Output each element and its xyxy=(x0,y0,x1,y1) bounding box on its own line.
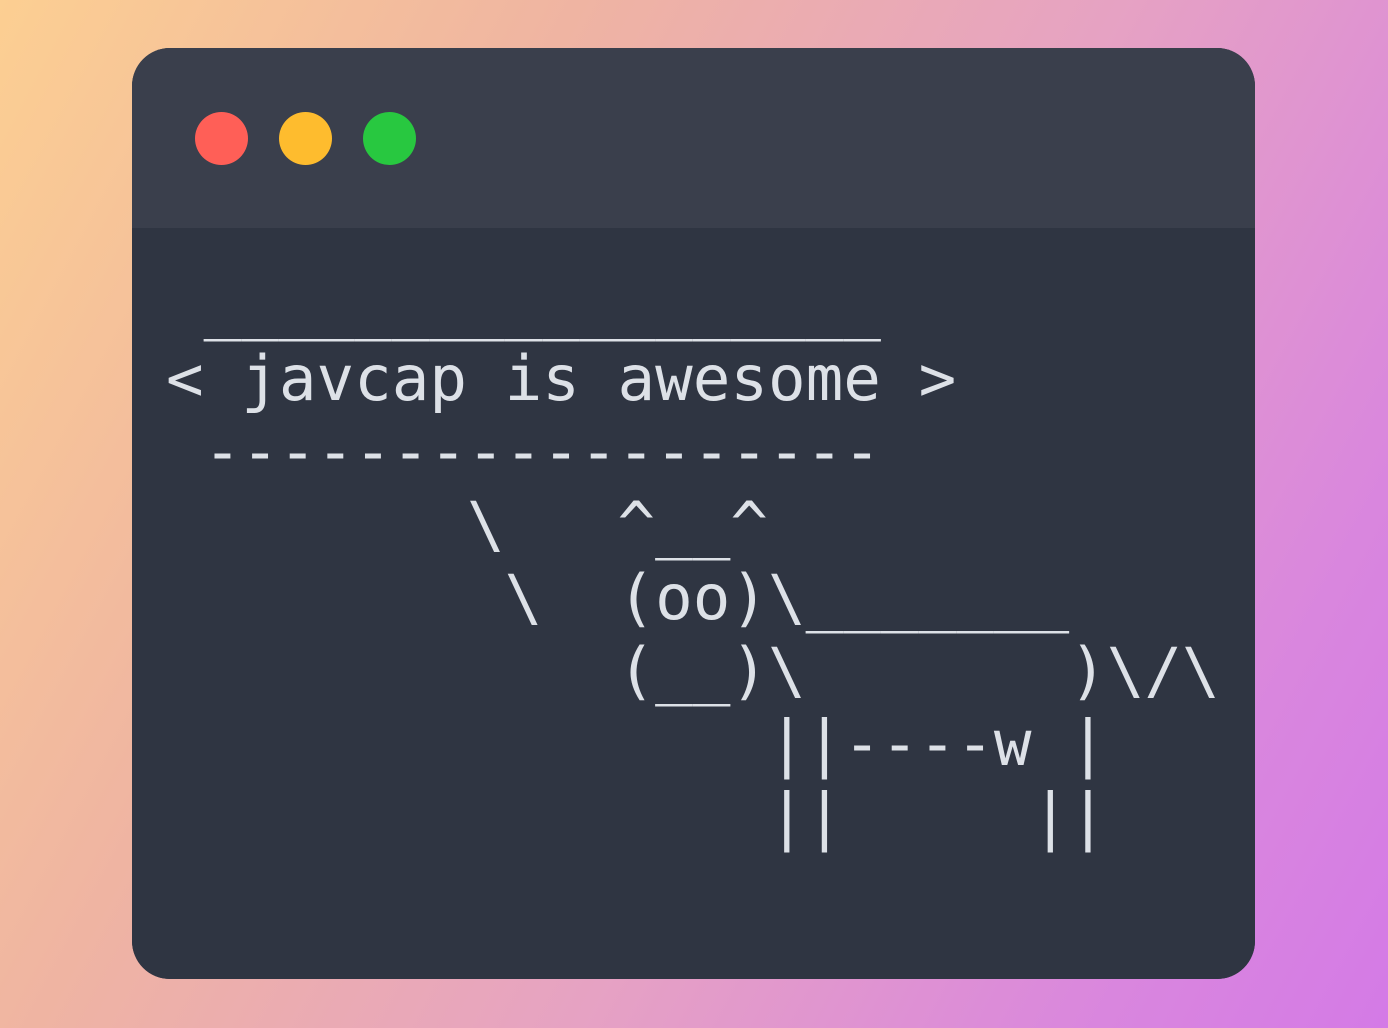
close-button[interactable] xyxy=(195,112,248,165)
title-bar xyxy=(132,48,1255,228)
minimize-button[interactable] xyxy=(279,112,332,165)
terminal-body: __________________ < javcap is awesome >… xyxy=(132,228,1255,979)
terminal-window: __________________ < javcap is awesome >… xyxy=(132,48,1255,979)
maximize-button[interactable] xyxy=(363,112,416,165)
cowsay-output: __________________ < javcap is awesome >… xyxy=(166,269,1220,853)
